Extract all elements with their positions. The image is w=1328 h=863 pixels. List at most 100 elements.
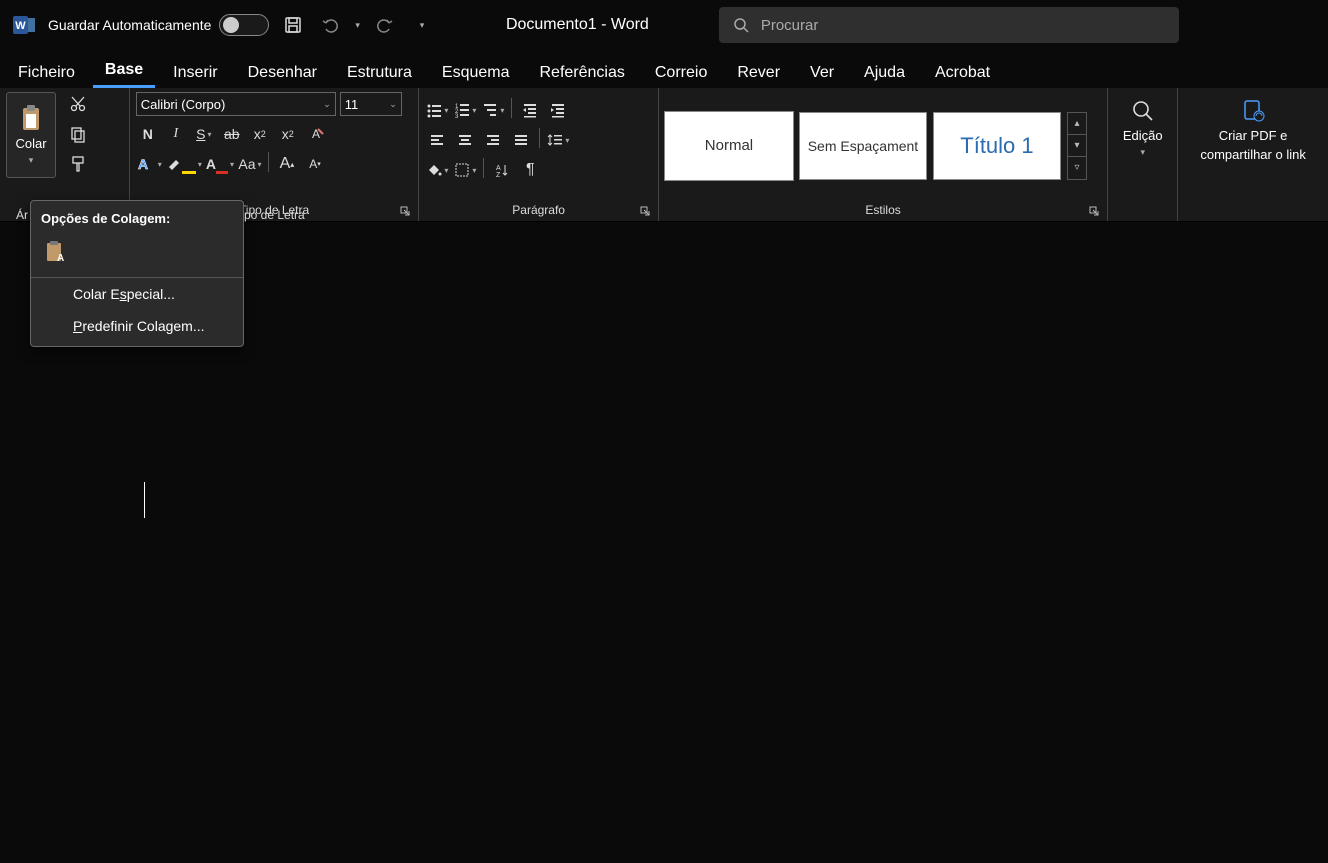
text-effects-button[interactable]: A▾ <box>136 152 162 176</box>
tab-ficheiro[interactable]: Ficheiro <box>6 58 87 88</box>
svg-text:A: A <box>138 156 148 172</box>
line-spacing-button[interactable]: ▾ <box>546 128 570 152</box>
search-box[interactable]: Procurar <box>719 7 1179 43</box>
font-name-value: Calibri (Corpo) <box>141 97 226 112</box>
font-launcher[interactable] <box>398 204 412 218</box>
numbering-button[interactable]: 123▾ <box>453 98 477 122</box>
style-titulo1[interactable]: Título 1 <box>933 112 1061 180</box>
redo-button[interactable] <box>370 11 398 39</box>
style-normal[interactable]: Normal <box>665 112 793 180</box>
font-name-combo[interactable]: Calibri (Corpo) ⌄ <box>136 92 336 116</box>
paragraph-group-label: Parágrafo <box>512 203 565 217</box>
align-right-button[interactable] <box>481 128 505 152</box>
numbering-icon: 123 <box>454 102 470 118</box>
chevron-down-icon[interactable]: ▾ <box>1140 147 1145 158</box>
justify-button[interactable] <box>509 128 533 152</box>
find-icon <box>1130 98 1156 124</box>
tab-ajuda[interactable]: Ajuda <box>852 58 917 88</box>
undo-dropdown-icon[interactable]: ▾ <box>355 20 360 31</box>
decrease-indent-button[interactable] <box>518 98 542 122</box>
undo-button[interactable] <box>317 11 345 39</box>
paint-bucket-icon <box>426 162 442 178</box>
outdent-icon <box>522 102 538 118</box>
pdf-label-1: Criar PDF e <box>1219 128 1288 143</box>
styles-launcher[interactable] <box>1087 204 1101 218</box>
save-button[interactable] <box>279 11 307 39</box>
styles-expand[interactable]: ▿ <box>1068 157 1086 179</box>
grow-font-button[interactable]: A▴ <box>275 152 299 176</box>
styles-gallery: Normal Sem Espaçament Título 1 <box>665 112 1061 180</box>
font-size-combo[interactable]: 11 ⌄ <box>340 92 402 116</box>
tab-base[interactable]: Base <box>93 55 155 88</box>
underline-button[interactable]: S▾ <box>192 122 216 146</box>
multilevel-icon <box>482 102 498 118</box>
ribbon-tabs: Ficheiro Base Inserir Desenhar Estrutura… <box>0 50 1328 88</box>
paste-button[interactable]: Colar ▾ <box>6 92 56 178</box>
shrink-font-button[interactable]: A▾ <box>303 152 327 176</box>
set-default-paste-item[interactable]: Predefinir Colagem... <box>31 310 243 342</box>
tab-correio[interactable]: Correio <box>643 58 719 88</box>
indent-icon <box>550 102 566 118</box>
subscript-button[interactable]: x2 <box>248 122 272 146</box>
align-left-button[interactable] <box>425 128 449 152</box>
editing-label[interactable]: Edição <box>1123 128 1163 143</box>
pdf-share-icon <box>1239 98 1267 124</box>
bold-button[interactable]: N <box>136 122 160 146</box>
pdf-label-2: compartilhar o link <box>1200 147 1306 162</box>
align-left-icon <box>429 132 445 148</box>
shading-button[interactable]: ▾ <box>425 158 449 182</box>
paste-options-header: Opções de Colagem: <box>31 205 243 232</box>
change-case-button[interactable]: Aa▾ <box>238 152 262 176</box>
superscript-button[interactable]: x2 <box>276 122 300 146</box>
svg-text:W: W <box>15 20 26 32</box>
align-right-icon <box>485 132 501 148</box>
copy-button[interactable] <box>64 122 92 146</box>
eraser-a-icon: A <box>307 125 325 143</box>
strikethrough-button[interactable]: ab <box>220 122 244 146</box>
style-no-spacing[interactable]: Sem Espaçament <box>799 112 927 180</box>
font-color-button[interactable]: A ▾ <box>206 152 234 176</box>
align-center-icon <box>457 132 473 148</box>
tab-estrutura[interactable]: Estrutura <box>335 58 424 88</box>
bullets-button[interactable]: ▾ <box>425 98 449 122</box>
copy-icon <box>69 125 87 143</box>
bullets-icon <box>426 102 442 118</box>
svg-text:A: A <box>57 253 64 264</box>
tab-esquema[interactable]: Esquema <box>430 58 522 88</box>
word-app-icon: W <box>10 11 38 39</box>
clipboard-text-icon: A <box>44 240 66 264</box>
search-placeholder: Procurar <box>761 17 819 34</box>
align-center-button[interactable] <box>453 128 477 152</box>
tab-inserir[interactable]: Inserir <box>161 58 229 88</box>
sort-button[interactable]: AZ <box>490 158 514 182</box>
borders-icon <box>454 162 470 178</box>
italic-button[interactable]: I <box>164 122 188 146</box>
styles-scroll-down[interactable]: ▾ <box>1068 135 1086 157</box>
cut-button[interactable] <box>64 92 92 116</box>
font-group-label-fragment: po de Letra <box>244 208 305 222</box>
highlight-button[interactable]: ▾ <box>166 152 202 176</box>
paste-special-item[interactable]: Colar Especial... <box>31 278 243 310</box>
highlighter-icon <box>166 157 182 171</box>
tab-acrobat[interactable]: Acrobat <box>923 58 1002 88</box>
styles-scroll-up[interactable]: ▴ <box>1068 113 1086 135</box>
clear-formatting-button[interactable]: A <box>304 122 328 146</box>
clipboard-icon <box>19 104 43 132</box>
paragraph-launcher[interactable] <box>638 204 652 218</box>
paste-label: Colar <box>15 136 46 151</box>
tab-ver[interactable]: Ver <box>798 58 846 88</box>
search-icon <box>733 17 749 33</box>
text-cursor <box>144 482 145 518</box>
format-painter-button[interactable] <box>64 152 92 176</box>
paste-keep-text-only-button[interactable]: A <box>41 238 69 266</box>
tab-desenhar[interactable]: Desenhar <box>236 58 329 88</box>
autosave-toggle[interactable] <box>219 14 269 36</box>
increase-indent-button[interactable] <box>546 98 570 122</box>
tab-referencias[interactable]: Referências <box>528 58 637 88</box>
qat-customize-button[interactable]: ▾ <box>408 11 436 39</box>
borders-button[interactable]: ▾ <box>453 158 477 182</box>
tab-rever[interactable]: Rever <box>725 58 792 88</box>
show-marks-button[interactable]: ¶ <box>518 158 542 182</box>
multilevel-list-button[interactable]: ▾ <box>481 98 505 122</box>
create-pdf-button[interactable]: Criar PDF e compartilhar o link <box>1184 92 1322 168</box>
